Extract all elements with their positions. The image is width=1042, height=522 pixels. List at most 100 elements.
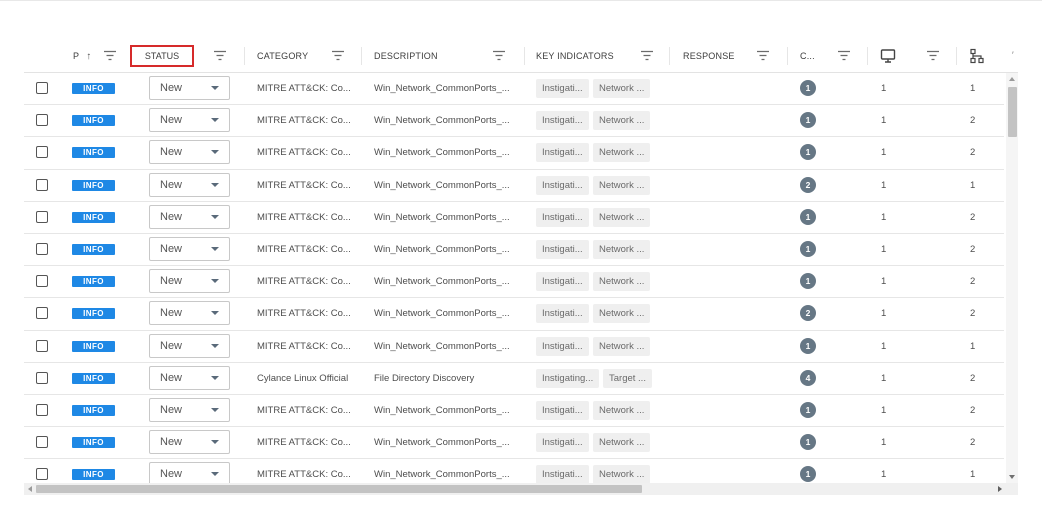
chevron-down-icon[interactable] [211, 311, 219, 316]
chevron-down-icon[interactable] [211, 247, 219, 251]
key-indicator-chip[interactable]: Instigati... [536, 336, 589, 356]
table-row[interactable]: INFO New Cylance Linux Official File Dir… [24, 363, 1004, 395]
column-divider[interactable] [244, 47, 245, 65]
key-indicator-chip[interactable]: Instigati... [536, 304, 589, 324]
table-row[interactable]: INFO New MITRE ATT&CK: Co... Win_Network… [24, 427, 1004, 460]
chevron-down-icon[interactable] [211, 440, 219, 445]
row-checkbox[interactable] [36, 371, 48, 384]
key-indicator-chip[interactable]: Network ... [593, 240, 651, 259]
filter-icon[interactable] [104, 50, 116, 61]
chevron-down-icon[interactable] [211, 182, 219, 187]
key-indicator-chip[interactable]: Network ... [593, 175, 651, 195]
row-checkbox[interactable] [36, 468, 48, 481]
status-select[interactable]: New [149, 172, 230, 197]
key-indicator-chip[interactable]: Instigati... [536, 111, 589, 131]
table-row[interactable]: INFO New MITRE ATT&CK: Co... Win_Network… [24, 170, 1004, 202]
key-indicator-chip[interactable]: Instigati... [536, 240, 589, 259]
status-select[interactable]: New [149, 269, 230, 294]
filter-icon[interactable] [641, 50, 653, 61]
scroll-right-icon[interactable] [998, 486, 1002, 492]
row-checkbox[interactable] [36, 146, 48, 159]
status-select[interactable]: New [149, 301, 230, 326]
key-indicator-chip[interactable]: Target ... [603, 368, 652, 388]
table-row[interactable]: INFO New MITRE ATT&CK: Co... Win_Network… [24, 234, 1004, 267]
row-checkbox[interactable] [36, 404, 48, 416]
chevron-down-icon[interactable] [211, 472, 219, 477]
filter-icon[interactable] [214, 50, 226, 61]
column-divider[interactable] [669, 47, 670, 65]
status-select[interactable]: New [149, 430, 230, 455]
status-select[interactable]: New [149, 140, 230, 165]
column-header-priority[interactable]: P ↑ [73, 39, 91, 73]
row-checkbox[interactable] [36, 436, 48, 449]
key-indicator-chip[interactable]: Network ... [593, 304, 651, 324]
column-header-category[interactable]: CATEGORY [257, 39, 308, 73]
key-indicator-chip[interactable]: Instigati... [536, 207, 589, 227]
chevron-down-icon[interactable] [211, 279, 219, 284]
row-checkbox[interactable] [36, 114, 48, 127]
column-header-key-indicators[interactable]: KEY INDICATORS [536, 39, 614, 73]
column-header-response[interactable]: RESPONSE [683, 39, 735, 73]
table-row[interactable]: INFO New MITRE ATT&CK: Co... Win_Network… [24, 331, 1004, 363]
table-row[interactable]: INFO New MITRE ATT&CK: Co... Win_Network… [24, 73, 1004, 106]
key-indicator-chip[interactable]: Instigati... [536, 401, 589, 420]
column-divider[interactable] [867, 47, 868, 65]
table-row[interactable]: INFO New MITRE ATT&CK: Co... Win_Network… [24, 105, 1004, 138]
vertical-scrollbar[interactable] [1006, 73, 1018, 483]
horizontal-scrollbar[interactable] [24, 483, 1018, 495]
row-checkbox[interactable] [36, 307, 48, 320]
column-divider[interactable] [787, 47, 788, 65]
row-checkbox[interactable] [36, 82, 48, 94]
key-indicator-chip[interactable]: Network ... [593, 433, 651, 453]
column-header-description[interactable]: DESCRIPTION [374, 39, 438, 73]
chevron-down-icon[interactable] [211, 118, 219, 123]
chevron-down-icon[interactable] [211, 150, 219, 155]
chevron-down-icon[interactable] [211, 343, 219, 348]
chevron-down-icon[interactable] [211, 375, 219, 380]
key-indicator-chip[interactable]: Instigati... [536, 433, 589, 453]
filter-icon[interactable] [838, 50, 850, 61]
key-indicator-chip[interactable]: Network ... [593, 111, 651, 131]
filter-icon[interactable] [757, 50, 769, 61]
key-indicator-chip[interactable]: Network ... [593, 143, 651, 163]
row-checkbox[interactable] [36, 178, 48, 191]
key-indicator-chip[interactable]: Network ... [593, 207, 651, 227]
key-indicator-chip[interactable]: Instigating... [536, 368, 600, 388]
status-select[interactable]: New [149, 108, 230, 133]
row-checkbox[interactable] [36, 210, 48, 223]
status-select[interactable]: New [149, 333, 230, 358]
scroll-down-icon[interactable] [1009, 475, 1015, 479]
scroll-left-icon[interactable] [28, 486, 32, 492]
row-checkbox[interactable] [36, 275, 48, 288]
column-header-count[interactable]: C... [800, 39, 815, 73]
sort-ascending-icon[interactable]: ↑ [86, 51, 91, 62]
key-indicator-chip[interactable]: Network ... [593, 79, 651, 98]
column-divider[interactable] [956, 47, 957, 65]
status-select[interactable]: New [149, 76, 230, 100]
status-select[interactable]: New [149, 204, 230, 229]
key-indicator-chip[interactable]: Instigati... [536, 79, 589, 98]
scroll-up-icon[interactable] [1009, 77, 1015, 81]
table-row[interactable]: INFO New MITRE ATT&CK: Co... Win_Network… [24, 202, 1004, 234]
table-row[interactable]: INFO New MITRE ATT&CK: Co... Win_Network… [24, 137, 1004, 170]
row-checkbox[interactable] [36, 243, 48, 255]
key-indicator-chip[interactable]: Network ... [593, 272, 651, 292]
vertical-scroll-thumb[interactable] [1008, 87, 1017, 137]
key-indicator-chip[interactable]: Instigati... [536, 465, 589, 483]
chevron-down-icon[interactable] [211, 214, 219, 219]
column-divider[interactable] [361, 47, 362, 65]
status-select[interactable]: New [149, 365, 230, 390]
filter-icon[interactable] [493, 50, 505, 61]
filter-icon[interactable] [332, 50, 344, 61]
table-row[interactable]: INFO New MITRE ATT&CK: Co... Win_Network… [24, 266, 1004, 299]
table-row[interactable]: INFO New MITRE ATT&CK: Co... Win_Network… [24, 395, 1004, 428]
key-indicator-chip[interactable]: Network ... [593, 336, 651, 356]
key-indicator-chip[interactable]: Instigati... [536, 175, 589, 195]
chevron-down-icon[interactable] [211, 408, 219, 412]
column-divider[interactable] [524, 47, 525, 65]
key-indicator-chip[interactable]: Instigati... [536, 272, 589, 292]
key-indicator-chip[interactable]: Network ... [593, 401, 651, 420]
column-header-status[interactable]: STATUS [130, 45, 194, 67]
status-select[interactable]: New [149, 398, 230, 422]
monitor-icon[interactable] [880, 48, 896, 64]
